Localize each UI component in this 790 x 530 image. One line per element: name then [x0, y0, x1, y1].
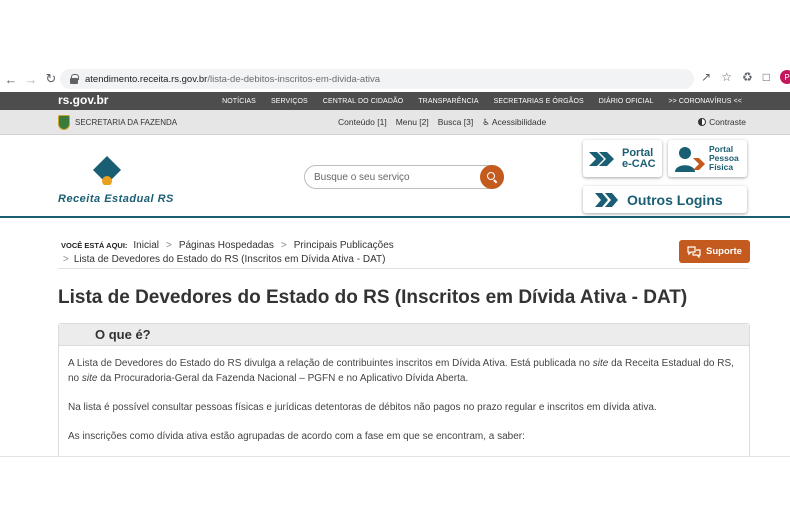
gov-menu-noticias[interactable]: NOTÍCIAS: [222, 98, 256, 105]
chat-bubbles-icon: [687, 245, 701, 258]
accordion-header[interactable]: O que é?: [59, 324, 749, 346]
breadcrumb-current: Lista de Devedores do Estado do RS (Insc…: [73, 253, 386, 265]
browser-toolbar: ← → ↻ atendimento.receita.rs.gov.br/list…: [0, 66, 790, 92]
paragraph-inscricoes: As inscrições como dívida ativa estão ag…: [68, 431, 525, 442]
url-host: atendimento.receita.rs.gov.br: [85, 73, 208, 85]
link-conteudo[interactable]: Conteúdo [1]: [338, 117, 387, 128]
link-busca[interactable]: Busca [3]: [438, 117, 473, 128]
suporte-button[interactable]: Suporte: [679, 240, 750, 263]
accessibility-label: Acessibilidade: [491, 117, 547, 127]
breadcrumb: VOCÊ ESTÁ AQUI: Inicial > Páginas Hosped…: [61, 238, 394, 266]
portal-ecac-label: Portal e-CAC: [622, 146, 656, 170]
accordion-body: A Lista de Devedores do Estado do RS div…: [59, 346, 749, 444]
gov-top-bar: rs.gov.br NOTÍCIAS SERVIÇOS CENTRAL DO C…: [0, 92, 790, 110]
search-box: [304, 165, 504, 189]
address-bar[interactable]: atendimento.receita.rs.gov.br/lista-de-d…: [60, 69, 694, 89]
breadcrumb-principais-publicacoes[interactable]: Principais Publicações: [294, 240, 394, 251]
search-button[interactable]: [480, 165, 504, 189]
breadcrumb-divider: [58, 268, 749, 269]
extensions-puzzle-icon[interactable]: ♻: [742, 70, 753, 84]
side-panel-icon[interactable]: □: [763, 70, 770, 84]
search-input[interactable]: [305, 166, 481, 188]
chevron-right-icon: >: [165, 239, 172, 251]
page-bottom-area: [0, 456, 790, 530]
outros-logins-label: Outros Logins: [627, 191, 723, 208]
double-chevron-icon: [595, 192, 618, 207]
accessibility-links: Conteúdo [1] Menu [2] Busca [3] ♿ Acessib…: [338, 117, 546, 128]
portal-ecac-button[interactable]: Portal e-CAC: [583, 140, 662, 177]
contrast-icon: [698, 118, 707, 126]
breadcrumb-paginas-hospedadas[interactable]: Páginas Hospedadas: [179, 240, 274, 251]
gov-menu-servicos[interactable]: SERVIÇOS: [271, 98, 308, 105]
breadcrumb-inicial[interactable]: Inicial: [133, 240, 159, 251]
gov-menu: NOTÍCIAS SERVIÇOS CENTRAL DO CIDADÃO TRA…: [222, 92, 742, 110]
chevron-right-icon: >: [63, 253, 69, 265]
double-chevron-icon: [589, 151, 614, 166]
secretaria-label[interactable]: SECRETARIA DA FAZENDA: [75, 118, 177, 127]
contrast-toggle[interactable]: Contraste: [698, 117, 746, 127]
forward-arrow-icon[interactable]: →: [22, 70, 40, 88]
text-segment: da Procuradoria-Geral da Fazenda Naciona…: [97, 373, 469, 384]
accessibility-icon: ♿: [482, 117, 490, 127]
paragraph-lista: Na lista é possível consultar pessoas fí…: [68, 402, 657, 413]
gov-menu-coronavirus[interactable]: >> CORONAVÍRUS <<: [668, 98, 742, 105]
rs-gov-logo[interactable]: rs.gov.br: [58, 93, 108, 107]
receita-logo-icon[interactable]: [92, 155, 122, 185]
url-path: /lista-de-debitos-inscritos-em-divida-at…: [207, 73, 380, 85]
portal-ecac-line1: Portal: [622, 146, 654, 159]
text-italic-site: site: [81, 373, 98, 384]
accordion-o-que-e: O que é? A Lista de Devedores do Estado …: [58, 323, 750, 463]
portal-ecac-line2: e-CAC: [622, 157, 656, 170]
gov-menu-central-cidadao[interactable]: CENTRAL DO CIDADÃO: [323, 98, 404, 105]
portal-pessoa-fisica-button[interactable]: Portal Pessoa Física: [668, 140, 747, 177]
share-icon[interactable]: ↗: [701, 70, 711, 84]
site-header: Receita Estadual RS Portal e-CAC Portal …: [0, 135, 790, 218]
link-acessibilidade[interactable]: ♿ Acessibilidade: [482, 117, 546, 128]
portal-pf-label: Portal Pessoa Física: [709, 145, 739, 172]
receita-logo-text[interactable]: Receita Estadual RS: [58, 193, 174, 205]
page-title: Lista de Devedores do Estado do RS (Insc…: [58, 287, 688, 308]
gov-menu-diario-oficial[interactable]: DIÁRIO OFICIAL: [599, 98, 654, 105]
portal-pf-line3: Física: [709, 162, 734, 172]
text-segment: A Lista de Devedores do Estado do RS div…: [68, 358, 593, 369]
person-icon: [675, 146, 705, 172]
lock-icon[interactable]: [69, 74, 79, 84]
chevron-right-icon: >: [280, 239, 287, 251]
outros-logins-button[interactable]: Outros Logins: [583, 186, 747, 213]
bookmark-star-icon[interactable]: ☆: [721, 70, 732, 84]
reload-icon[interactable]: ↻: [42, 70, 60, 88]
paragraph-intro: A Lista de Devedores do Estado do RS div…: [68, 356, 740, 386]
gov-menu-secretarias[interactable]: SECRETARIAS E ÓRGÃOS: [494, 98, 584, 105]
breadcrumb-label: VOCÊ ESTÁ AQUI:: [61, 240, 128, 250]
search-icon: [487, 172, 497, 182]
secondary-bar: SECRETARIA DA FAZENDA Conteúdo [1] Menu …: [0, 110, 790, 135]
coat-of-arms-icon: [58, 115, 70, 130]
contrast-label: Contraste: [709, 117, 746, 127]
suporte-label: Suporte: [706, 246, 742, 257]
text-italic-site: site: [592, 358, 609, 369]
back-arrow-icon[interactable]: ←: [2, 70, 20, 88]
profile-avatar[interactable]: P: [780, 70, 790, 84]
gov-menu-transparencia[interactable]: TRANSPARÊNCIA: [418, 98, 478, 105]
link-menu[interactable]: Menu [2]: [396, 117, 429, 128]
